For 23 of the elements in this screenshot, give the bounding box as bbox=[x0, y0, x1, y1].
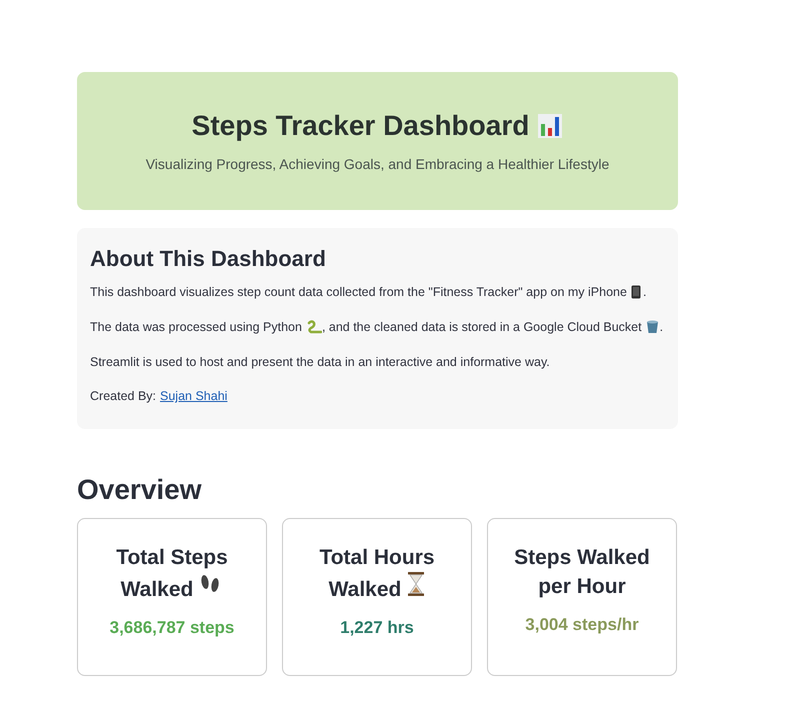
dashboard-title: Steps Tracker Dashboard bbox=[192, 110, 530, 142]
paragraph-text: . bbox=[642, 284, 646, 300]
metric-value: 3,004 steps/hr bbox=[525, 615, 639, 635]
hourglass-icon bbox=[407, 572, 426, 596]
bar-chart-icon bbox=[537, 113, 564, 139]
phone-icon bbox=[630, 285, 641, 299]
bucket-icon bbox=[646, 320, 659, 334]
section-heading: Overview bbox=[77, 474, 203, 506]
paragraph-text: The data was processed using Python bbox=[90, 319, 302, 335]
paragraph-text: , and the cleaned data is stored in a Google Cloud Bucket bbox=[322, 319, 642, 335]
section-heading: About This Dashboard bbox=[90, 246, 327, 272]
metric-title: Total Steps Walked bbox=[115, 545, 229, 603]
paragraph-text: This dashboard visualizes step count data collected from the "Fitness Tracker" app on my iPhone bbox=[90, 284, 627, 300]
author-link[interactable]: Sujan Shahi bbox=[160, 389, 228, 403]
snake-icon bbox=[306, 320, 322, 334]
metric-title: Total Hours Walked bbox=[318, 545, 436, 603]
paragraph-text: Streamlit is used to host and present the data in an interactive and informative way. bbox=[90, 354, 550, 370]
credit-label: Created By: bbox=[90, 389, 156, 403]
metric-value: 3,686,787 steps bbox=[110, 618, 234, 638]
paragraph-text: . bbox=[660, 319, 664, 335]
metric-value: 1,227 hrs bbox=[340, 618, 414, 638]
metric-title: Steps Walked per Hour bbox=[513, 545, 651, 600]
subtitle: Visualizing Progress, Achieving Goals, and Embracing a Healthier Lifestyle bbox=[146, 156, 610, 172]
